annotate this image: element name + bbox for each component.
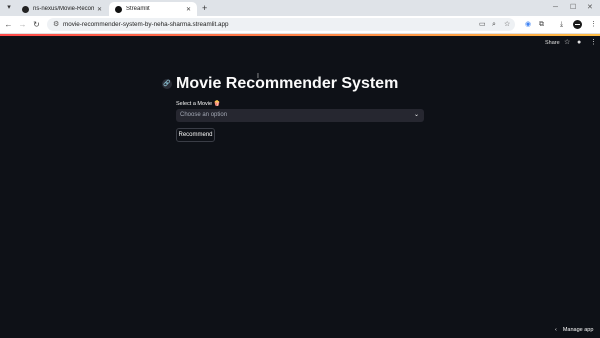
download-icon[interactable]: ⤓	[560, 19, 563, 30]
tab-search-icon[interactable]: ▾	[4, 3, 14, 13]
browser-tab-strip: ▾ ns-nexus/Movie-Recommend ✕ Streamlit ✕…	[0, 0, 600, 16]
minimize-icon[interactable]: ─	[553, 2, 558, 14]
select-label: Select a Movie 🍿	[176, 101, 221, 107]
tab-title: Streamlit	[126, 6, 150, 12]
reload-icon[interactable]: ↻	[31, 19, 42, 30]
select-placeholder: Choose an option	[180, 112, 228, 118]
movie-select[interactable]: Choose an option ⌄	[176, 109, 424, 122]
extensions-puzzle-icon[interactable]: ⧉	[539, 19, 544, 30]
page-title: Movie Recommender System	[176, 75, 399, 92]
maximize-icon[interactable]: ☐	[570, 2, 576, 14]
site-info-icon[interactable]: ⚙	[53, 19, 59, 30]
forward-icon[interactable]: →	[17, 19, 28, 30]
link-anchor-icon[interactable]: 🔗	[162, 79, 172, 89]
browser-tab-streamlit[interactable]: Streamlit ✕	[109, 2, 197, 16]
main-menu-icon[interactable]: ⋮	[590, 38, 597, 48]
github-icon[interactable]: ●	[577, 38, 581, 48]
menu-kebab-icon[interactable]: ⋮	[590, 19, 597, 30]
address-bar[interactable]: ⚙ movie-recommender-system-by-neha-sharm…	[47, 18, 515, 31]
close-window-icon[interactable]: ✕	[587, 2, 593, 14]
share-button[interactable]: Share	[545, 39, 560, 47]
streamlit-icon	[115, 5, 122, 13]
close-icon[interactable]: ✕	[186, 6, 191, 13]
profile-avatar[interactable]	[573, 20, 582, 29]
zoom-icon[interactable]: ⌕	[492, 19, 496, 30]
chevron-down-icon: ⌄	[413, 112, 419, 118]
close-icon[interactable]: ✕	[97, 6, 102, 13]
bookmark-star-icon[interactable]: ☆	[504, 19, 510, 30]
browser-tab-github[interactable]: ns-nexus/Movie-Recommend ✕	[16, 2, 108, 16]
back-icon[interactable]: ←	[3, 19, 14, 30]
manage-app-button[interactable]: ‹ Manage app	[555, 326, 593, 334]
recommend-button[interactable]: Recommend	[176, 128, 215, 142]
cast-icon[interactable]: ▭	[479, 19, 486, 30]
github-icon	[22, 5, 29, 13]
browser-toolbar: ← → ↻ ⚙ movie-recommender-system-by-neha…	[0, 16, 600, 34]
manage-app-label: Manage app	[562, 327, 594, 333]
star-icon[interactable]: ☆	[564, 38, 570, 48]
extension-icon[interactable]: ◉	[525, 19, 531, 30]
chevron-left-icon: ‹	[555, 327, 557, 333]
url-text: movie-recommender-system-by-neha-sharma.…	[63, 21, 229, 28]
streamlit-decoration-bar	[0, 34, 600, 36]
tab-title: ns-nexus/Movie-Recommend	[33, 6, 94, 12]
new-tab-icon[interactable]: +	[202, 2, 207, 14]
